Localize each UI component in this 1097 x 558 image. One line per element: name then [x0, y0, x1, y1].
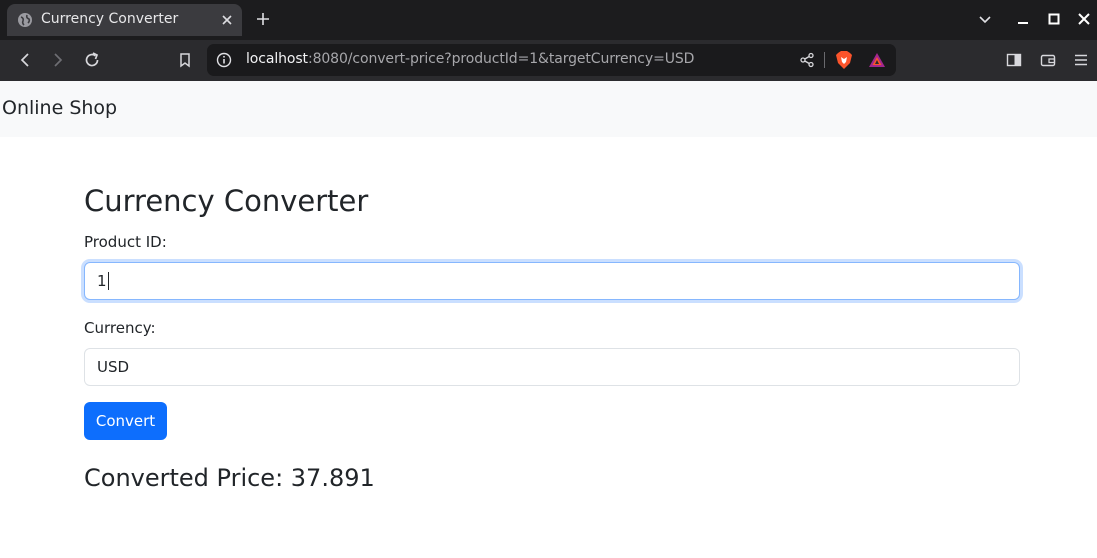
close-icon[interactable]: [218, 11, 236, 29]
address-bar-divider: [824, 52, 825, 68]
currency-value: USD: [97, 358, 130, 376]
rewards-triangle-icon[interactable]: [868, 51, 886, 69]
browser-toolbar: localhost:8080/convert-price?productId=1…: [0, 40, 1097, 81]
page-title: Currency Converter: [84, 184, 369, 218]
text-caret: [107, 271, 109, 290]
arrow-left-icon[interactable]: [15, 50, 35, 70]
converted-price: Converted Price: 37.891: [84, 464, 375, 492]
bookmark-icon[interactable]: [175, 50, 195, 70]
chevron-down-icon[interactable]: [976, 10, 994, 28]
currency-input[interactable]: USD: [84, 348, 1020, 386]
info-icon[interactable]: [216, 52, 232, 68]
convert-button[interactable]: Convert: [84, 402, 167, 440]
hamburger-menu-icon[interactable]: [1072, 51, 1090, 69]
browser-tab[interactable]: Currency Converter: [7, 4, 242, 36]
wallet-icon[interactable]: [1039, 51, 1057, 69]
product-id-label: Product ID:: [84, 233, 167, 251]
close-window-icon[interactable]: [1075, 10, 1093, 28]
url-path: :8080/convert-price?productId=1&targetCu…: [307, 51, 695, 67]
reload-icon[interactable]: [82, 50, 102, 70]
maximize-icon[interactable]: [1045, 10, 1063, 28]
url-text[interactable]: localhost:8080/convert-price?productId=1…: [246, 51, 694, 67]
minimize-icon[interactable]: [1014, 10, 1032, 28]
brave-shield-icon[interactable]: [835, 50, 853, 70]
share-icon[interactable]: [799, 52, 815, 68]
sidebar-icon[interactable]: [1005, 51, 1023, 69]
product-id-value: 1: [97, 272, 107, 290]
globe-icon: [17, 12, 33, 28]
product-id-input[interactable]: 1: [84, 262, 1020, 300]
arrow-right-icon[interactable]: [48, 50, 68, 70]
tab-title: Currency Converter: [41, 11, 179, 27]
site-navbar: Online Shop: [0, 81, 1097, 137]
plus-icon[interactable]: [254, 10, 272, 28]
currency-label: Currency:: [84, 319, 156, 337]
address-bar[interactable]: localhost:8080/convert-price?productId=1…: [207, 44, 896, 76]
url-host: localhost: [246, 51, 308, 67]
navbar-brand[interactable]: Online Shop: [2, 97, 117, 119]
browser-tab-strip: Currency Converter: [0, 0, 1097, 40]
